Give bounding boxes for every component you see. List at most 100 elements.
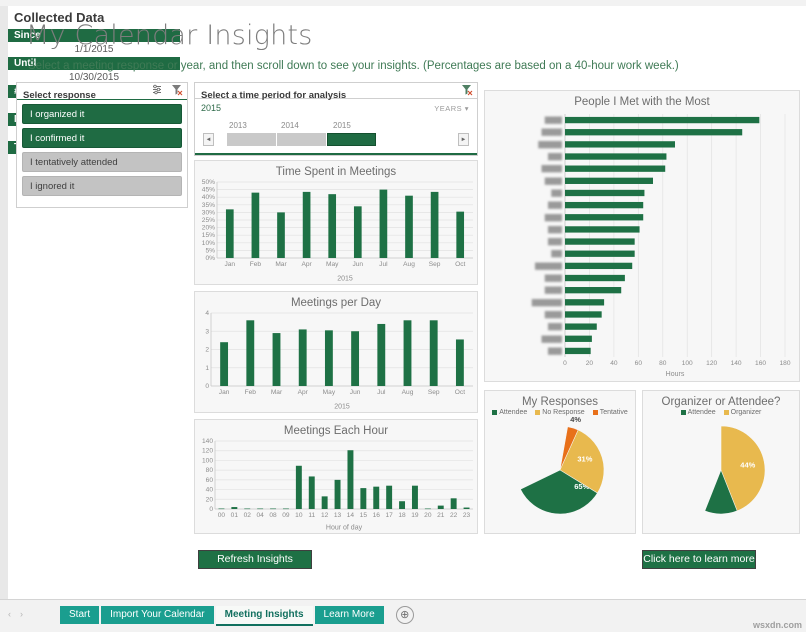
svg-text:Jun: Jun bbox=[352, 261, 363, 268]
page-title: My Calendar Insights bbox=[26, 20, 313, 51]
svg-text:20: 20 bbox=[206, 496, 214, 503]
svg-text:█████: █████ bbox=[545, 310, 563, 318]
svg-text:2015: 2015 bbox=[334, 404, 350, 411]
svg-text:100: 100 bbox=[682, 360, 693, 367]
chart-meetings-each-hour[interactable]: Meetings Each Hour 0 20 40 60 80 100 120 140 00 0… bbox=[194, 419, 478, 534]
timeline-level-label[interactable]: YEARS ▾ bbox=[434, 104, 469, 113]
svg-text:120: 120 bbox=[706, 360, 717, 367]
sheet-tab-bar: ‹ › Start Import Your Calendar Meeting I… bbox=[0, 599, 806, 632]
time-period-timeline-slicer[interactable]: Select a time period for analysis 2015 Y… bbox=[194, 82, 478, 156]
svg-text:Apr: Apr bbox=[298, 389, 309, 396]
svg-text:30%: 30% bbox=[202, 209, 215, 216]
chevron-down-icon[interactable]: ▾ bbox=[465, 104, 469, 113]
slicer-item-tentative[interactable]: I tentatively attended bbox=[22, 152, 182, 172]
svg-text:Sep: Sep bbox=[429, 261, 441, 268]
timeline-accent-bar bbox=[195, 153, 477, 155]
svg-text:████: ████ bbox=[548, 153, 563, 161]
timeline-label-2013: 2013 bbox=[229, 121, 247, 130]
slicer-header: Select response bbox=[17, 83, 187, 101]
svg-text:4: 4 bbox=[205, 310, 209, 317]
legend-label: Attendee bbox=[499, 409, 528, 416]
multi-select-icon[interactable] bbox=[152, 84, 164, 96]
timeline-scroll-right-button[interactable]: ► bbox=[458, 133, 469, 146]
clear-filter-icon[interactable] bbox=[461, 84, 473, 96]
timeline-selected-period: 2015 bbox=[201, 103, 222, 113]
chart-title: Time Spent in Meetings bbox=[275, 166, 397, 178]
sheet-tab-start[interactable]: Start bbox=[60, 606, 100, 624]
sheet-nav-prev-icon[interactable]: ‹ bbox=[8, 609, 11, 619]
svg-text:███: ███ bbox=[551, 250, 563, 258]
sheet-tab-meeting-insights[interactable]: Meeting Insights bbox=[215, 606, 313, 626]
svg-text:45%: 45% bbox=[202, 187, 215, 194]
timeline-block-2014[interactable] bbox=[277, 133, 326, 146]
svg-text:13: 13 bbox=[334, 512, 342, 519]
clear-filter-icon[interactable] bbox=[171, 84, 183, 96]
timeline-year-labels: 2013 2014 2015 bbox=[227, 121, 383, 130]
slicer-item-ignored[interactable]: I ignored it bbox=[22, 176, 182, 196]
svg-text:10: 10 bbox=[295, 512, 303, 519]
chart-meetings-per-day[interactable]: Meetings per Day 0 1 2 3 4 Jan Feb Mar Apr May Jun… bbox=[194, 291, 478, 413]
sheet-tab-import-your-calendar[interactable]: Import Your Calendar bbox=[101, 606, 214, 624]
slicer-item-organized[interactable]: I organized it bbox=[22, 104, 182, 124]
slicer-item-confirmed[interactable]: I confirmed it bbox=[22, 128, 182, 148]
select-response-slicer[interactable]: Select response I organized it I confirm… bbox=[16, 82, 188, 208]
svg-text:0: 0 bbox=[205, 383, 209, 390]
timeline-scroll-left-button[interactable]: ◄ bbox=[203, 133, 214, 146]
svg-text:Jan: Jan bbox=[219, 389, 230, 396]
chart-people-i-met-with-the-most[interactable]: People I Met with the Most 0 20 40 60 80 100 1… bbox=[484, 90, 800, 382]
slicer-header-icons bbox=[152, 84, 183, 96]
svg-text:Sep: Sep bbox=[428, 389, 440, 396]
svg-text:Jun: Jun bbox=[350, 389, 361, 396]
sheet-nav-next-icon[interactable]: › bbox=[20, 609, 23, 619]
svg-text:09: 09 bbox=[282, 512, 290, 519]
svg-text:60: 60 bbox=[206, 477, 214, 484]
svg-text:May: May bbox=[326, 261, 339, 268]
timeline-track[interactable]: ◄ 2013 2014 2015 ► bbox=[201, 121, 471, 151]
sheet-tab-learn-more[interactable]: Learn More bbox=[314, 606, 384, 624]
svg-text:25%: 25% bbox=[202, 217, 215, 224]
svg-text:21: 21 bbox=[437, 512, 445, 519]
svg-text:18: 18 bbox=[398, 512, 406, 519]
legend-label: Tentative bbox=[599, 409, 628, 416]
chart-title: Meetings Each Hour bbox=[283, 425, 389, 437]
svg-text:35%: 35% bbox=[202, 202, 215, 209]
chart-plot-area: 0 20 40 60 80 100 120 140 00 01 02 04 08 09 10 11 12 13 14… bbox=[202, 438, 473, 531]
svg-text:08: 08 bbox=[269, 512, 277, 519]
legend-label: Attendee bbox=[687, 409, 716, 416]
svg-text:20: 20 bbox=[586, 360, 594, 367]
chart-organizer-or-attendee[interactable]: Organizer or Attendee? Attendee Organize… bbox=[642, 390, 800, 534]
svg-text:Feb: Feb bbox=[250, 261, 262, 268]
chart-plot-area: 0%5%10%15%20%25%30%35%40%45%50% Jan Feb Mar… bbox=[202, 179, 473, 283]
svg-text:11: 11 bbox=[308, 512, 315, 519]
timeline-label-2014: 2014 bbox=[281, 121, 299, 130]
svg-text:0: 0 bbox=[209, 506, 213, 513]
chart-time-spent-in-meetings[interactable]: Time Spent in Meetings 0% 5% 10% 15% 20% 25% 3… bbox=[194, 160, 478, 285]
svg-text:Oct: Oct bbox=[455, 261, 465, 268]
svg-text:Aug: Aug bbox=[403, 261, 415, 268]
svg-text:22: 22 bbox=[450, 512, 458, 519]
svg-text:31%: 31% bbox=[577, 454, 592, 463]
svg-text:███████: ███████ bbox=[538, 140, 563, 148]
svg-text:████: ████ bbox=[548, 323, 563, 331]
svg-text:2015: 2015 bbox=[337, 276, 353, 283]
svg-text:180: 180 bbox=[779, 360, 790, 367]
timeline-block-2015[interactable] bbox=[327, 133, 376, 146]
refresh-insights-button[interactable]: Refresh Insights bbox=[198, 550, 312, 569]
learn-more-button[interactable]: Click here to learn more bbox=[642, 550, 756, 569]
worksheet-canvas: My Calendar Insights Select a meeting re… bbox=[8, 6, 800, 600]
svg-text:Jan: Jan bbox=[224, 261, 235, 268]
slicer-item-list: I organized it I confirmed it I tentativ… bbox=[17, 100, 187, 204]
svg-text:█████: █████ bbox=[545, 274, 563, 282]
sheet-navigation-arrows[interactable]: ‹ › bbox=[8, 609, 23, 619]
svg-text:3: 3 bbox=[205, 328, 209, 335]
svg-text:40%: 40% bbox=[202, 194, 215, 201]
chart-my-responses[interactable]: My Responses Attendee No Response Tentat… bbox=[484, 390, 636, 534]
chart-title: People I Met with the Most bbox=[574, 96, 710, 108]
timeline-header: Select a time period for analysis bbox=[195, 83, 477, 101]
timeline-block-2013[interactable] bbox=[227, 133, 276, 146]
svg-text:██████: ██████ bbox=[541, 165, 562, 173]
chart-plot-area: 0 1 2 3 4 Jan Feb Mar Apr May Jun Jul Aug Sep Oct 2015 bbox=[205, 310, 473, 411]
svg-text:40: 40 bbox=[206, 487, 214, 494]
svg-text:█████: █████ bbox=[545, 286, 563, 294]
add-sheet-icon[interactable]: ⊕ bbox=[395, 606, 414, 624]
